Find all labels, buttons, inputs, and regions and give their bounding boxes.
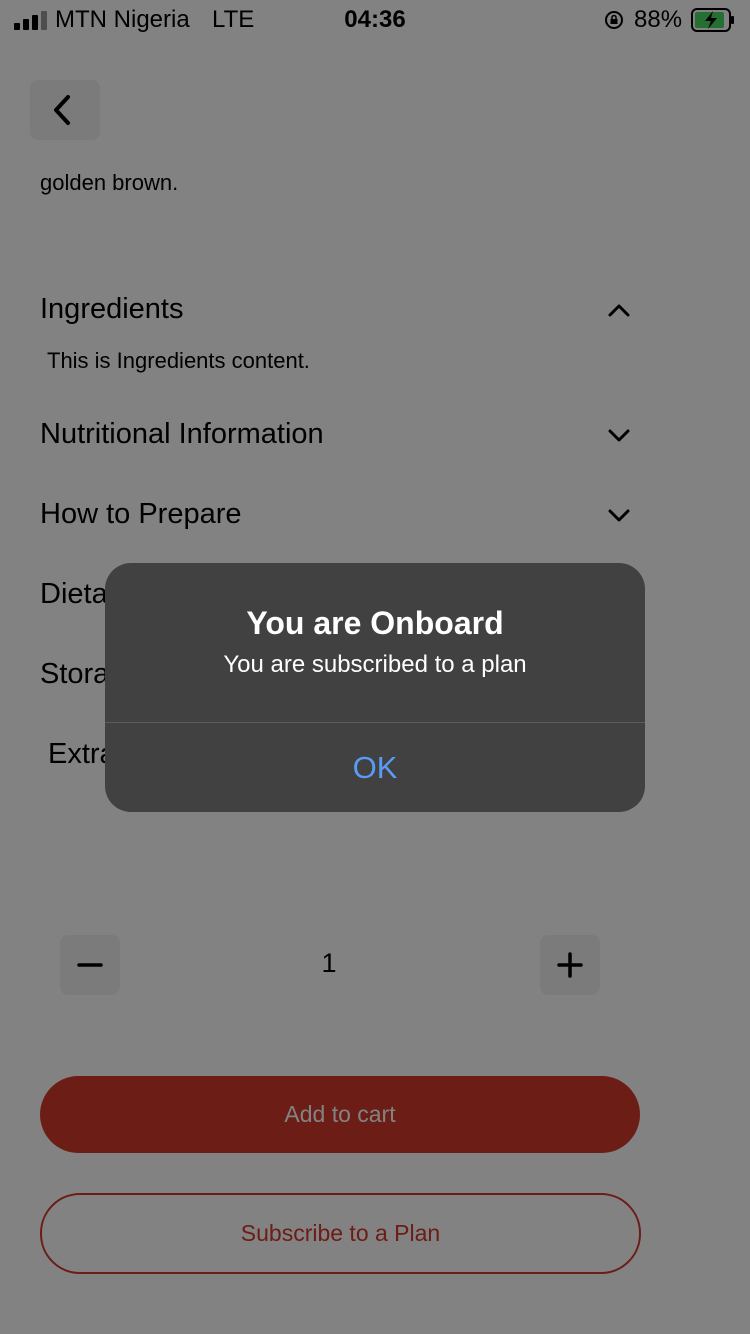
- alert-dialog: You are Onboard You are subscribed to a …: [105, 563, 645, 812]
- alert-title: You are Onboard: [246, 605, 504, 641]
- alert-ok-button[interactable]: OK: [105, 723, 645, 812]
- alert-message: You are subscribed to a plan: [223, 651, 527, 678]
